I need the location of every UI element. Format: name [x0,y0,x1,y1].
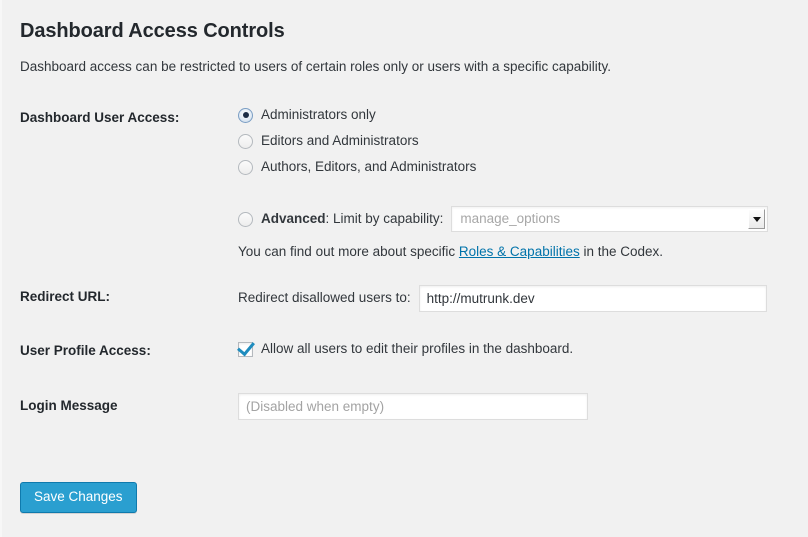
radio-icon-authors-editors-administrators[interactable] [238,160,253,175]
page-title: Dashboard Access Controls [20,18,788,44]
page-description: Dashboard access can be restricted to us… [20,57,788,77]
label-login-message: Login Message [20,379,238,435]
capability-select[interactable]: manage_options [451,206,768,232]
label-user-profile-access: User Profile Access: [20,326,238,380]
submit-area: Save Changes [0,476,137,513]
chevron-down-icon[interactable] [748,209,765,229]
radio-label-authors-editors-administrators: Authors, Editors, and Administrators [261,158,476,177]
radio-icon-administrators-only[interactable] [238,108,253,123]
redirect-url-input[interactable] [419,285,767,312]
advanced-label-rest: : Limit by capability: [326,210,444,229]
field-user-profile-access: Allow all users to edit their profiles i… [238,326,788,380]
radio-icon-advanced[interactable] [238,212,253,227]
settings-page: Dashboard Access Controls Dashboard acce… [0,0,808,435]
radio-icon-editors-and-administrators[interactable] [238,134,253,149]
checkbox-label-allow-profile-edit: Allow all users to edit their profiles i… [261,340,573,359]
capability-select-value: manage_options [452,210,560,229]
radio-label-administrators-only: Administrators only [261,106,376,125]
allow-profile-edit-option[interactable]: Allow all users to edit their profiles i… [238,340,778,359]
checkbox-icon-allow-profile-edit[interactable] [238,342,253,357]
row-redirect-url: Redirect URL: Redirect disallowed users … [20,270,788,326]
label-redirect-url: Redirect URL: [20,270,238,326]
field-redirect-url: Redirect disallowed users to: [238,270,788,326]
codex-note-after: in the Codex. [580,244,663,259]
codex-note-before: You can find out more about specific [238,244,459,259]
advanced-label-strong: Advanced [261,210,326,229]
save-changes-button[interactable]: Save Changes [20,482,137,513]
settings-form-table: Dashboard User Access: Administrators on… [20,93,788,435]
radio-option-editors-and-administrators[interactable]: Editors and Administrators [238,131,778,151]
roles-capabilities-link[interactable]: Roles & Capabilities [459,244,580,259]
row-user-profile-access: User Profile Access: Allow all users to … [20,326,788,380]
label-dashboard-user-access: Dashboard User Access: [20,93,238,270]
radio-label-editors-and-administrators: Editors and Administrators [261,132,419,151]
radio-option-administrators-only[interactable]: Administrators only [238,105,778,125]
row-dashboard-user-access: Dashboard User Access: Administrators on… [20,93,788,270]
field-dashboard-user-access: Administrators only Editors and Administ… [238,93,788,270]
redirect-inline-label: Redirect disallowed users to: [238,289,411,308]
advanced-capability-block: Advanced : Limit by capability: manage_o… [238,205,778,262]
login-message-input[interactable] [238,393,588,420]
field-login-message [238,379,788,435]
advanced-capability-line: Advanced : Limit by capability: manage_o… [238,205,778,233]
row-login-message: Login Message [20,379,788,435]
codex-note: You can find out more about specific Rol… [238,243,778,262]
radio-option-authors-editors-administrators[interactable]: Authors, Editors, and Administrators [238,157,778,177]
